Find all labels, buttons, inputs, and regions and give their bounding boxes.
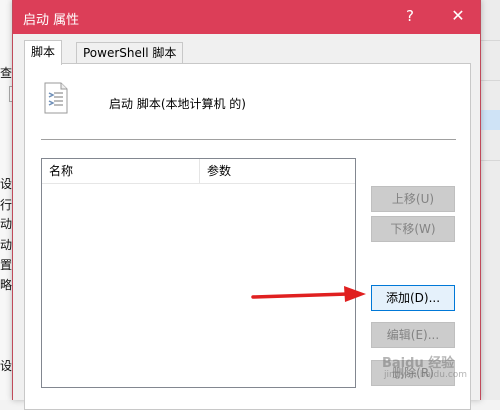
watermark-url: jingyan.baidu.com [384, 370, 468, 380]
close-icon[interactable]: ✕ [448, 6, 468, 25]
column-header-name[interactable]: 名称 [42, 159, 200, 183]
tab-powershell-scripts[interactable]: PowerShell 脚本 [76, 42, 184, 63]
tab-scripts[interactable]: 脚本 [24, 40, 63, 65]
move-up-button[interactable]: 上移(U) [371, 186, 455, 212]
background-text: 置 [0, 258, 13, 272]
dialog-titlebar[interactable]: 启动 属性 ? ✕ [13, 0, 480, 34]
move-down-button[interactable]: 下移(W) [371, 216, 455, 242]
list-header: 名称 参数 [42, 159, 355, 184]
scripts-list[interactable]: 名称 参数 [41, 158, 356, 388]
dialog-title: 启动 属性 [23, 13, 80, 28]
column-header-parameters[interactable]: 参数 [200, 159, 357, 183]
startup-properties-dialog: 启动 属性 ? ✕ 脚本 PowerShell 脚本 启动 脚本(本地计算机 的… [12, 0, 481, 410]
script-file-icon [44, 82, 68, 114]
separator [41, 139, 456, 140]
watermark: Baidu 经验 [382, 356, 455, 371]
red-arrow-icon [251, 286, 366, 302]
help-icon[interactable]: ? [400, 7, 420, 25]
edit-button[interactable]: 编辑(E)... [371, 322, 455, 348]
add-button[interactable]: 添加(D)... [371, 285, 455, 311]
scripts-heading: 启动 脚本(本地计算机 的) [109, 97, 246, 111]
